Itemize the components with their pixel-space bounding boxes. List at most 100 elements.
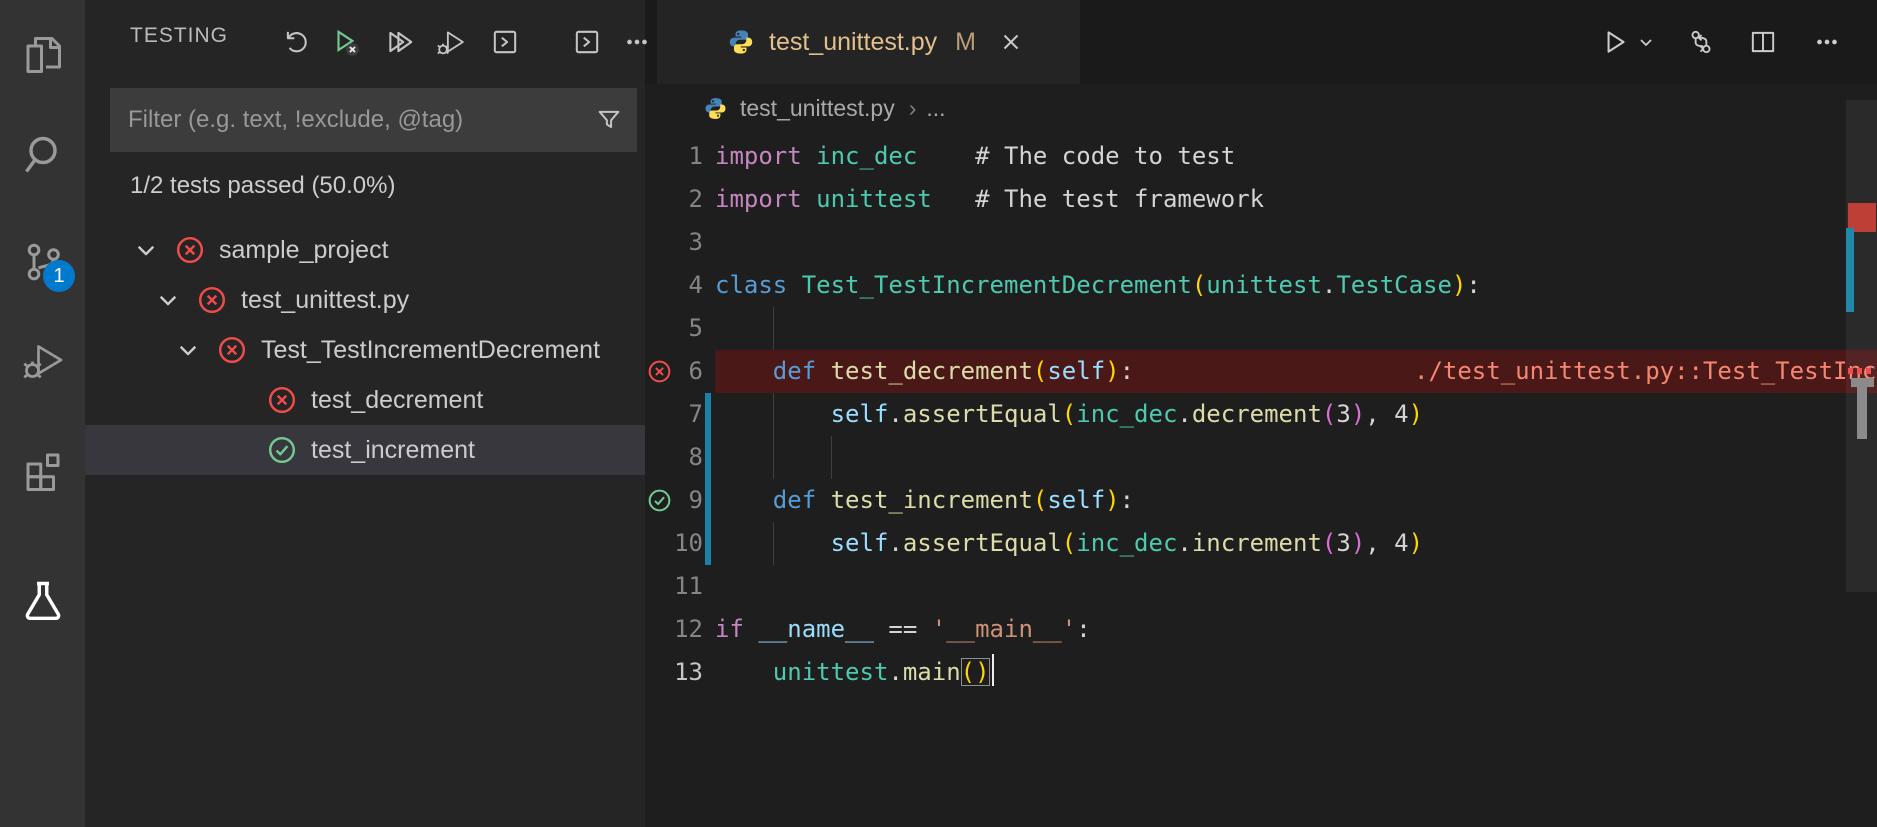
test-filter-box bbox=[110, 88, 637, 152]
rerun-failed-tests-icon[interactable] bbox=[331, 27, 361, 57]
code-line-12[interactable]: 12 if __name__ == '__main__': bbox=[645, 608, 1877, 651]
code-line-10[interactable]: 10 self.assertEqual(inc_dec.increment(3)… bbox=[645, 522, 1877, 565]
gutter-mod-space bbox=[703, 307, 715, 350]
gutter-mod-space bbox=[703, 178, 715, 221]
indent-guide bbox=[772, 393, 774, 436]
gutter-space bbox=[645, 565, 673, 608]
line-number: 11 bbox=[674, 572, 703, 600]
line-content[interactable]: def test_increment(self): bbox=[715, 479, 1877, 522]
code-line-13[interactable]: 13 unittest.main() bbox=[645, 651, 1877, 694]
gutter-space bbox=[645, 608, 673, 651]
code-text: import unittest # The test framework bbox=[715, 185, 1265, 213]
line-number: 4 bbox=[688, 271, 703, 299]
line-content[interactable]: import unittest # The test framework bbox=[715, 178, 1877, 221]
overview-error-mark bbox=[1848, 368, 1875, 374]
gutter-space bbox=[645, 393, 673, 436]
code-line-7[interactable]: 7 self.assertEqual(inc_dec.decrement(3),… bbox=[645, 393, 1877, 436]
activity-item-source-control[interactable]: 1 bbox=[0, 230, 85, 294]
chevron-down-icon[interactable] bbox=[155, 287, 181, 313]
code-line-8[interactable]: 8 bbox=[645, 436, 1877, 479]
test-status-fail-icon bbox=[197, 285, 227, 315]
code-line-2[interactable]: 2 import unittest # The test framework bbox=[645, 178, 1877, 221]
line-content[interactable] bbox=[715, 436, 1877, 479]
run-file-icon[interactable] bbox=[1600, 27, 1630, 57]
scm-badge: 1 bbox=[43, 260, 75, 292]
close-icon[interactable] bbox=[998, 29, 1024, 55]
line-content[interactable]: self.assertEqual(inc_dec.decrement(3), 4… bbox=[715, 393, 1877, 436]
code-line-9[interactable]: 9 def test_increment(self): bbox=[645, 479, 1877, 522]
gutter-space bbox=[645, 436, 673, 479]
run-all-tests-icon[interactable] bbox=[385, 27, 415, 57]
activity-item-run-and-debug[interactable] bbox=[0, 328, 85, 392]
modified-line-indicator bbox=[703, 393, 715, 436]
line-content[interactable] bbox=[715, 565, 1877, 608]
chevron-down-icon[interactable] bbox=[133, 237, 159, 263]
gutter-space bbox=[645, 221, 673, 264]
indent-guide bbox=[772, 307, 774, 350]
split-editor-icon[interactable] bbox=[1748, 27, 1778, 57]
activity-item-extensions[interactable] bbox=[0, 438, 85, 502]
python-file-icon bbox=[703, 96, 728, 121]
line-content[interactable]: def test_decrement(self): ./test_unittest… bbox=[715, 350, 1877, 393]
code-text: import inc_dec # The code to test bbox=[715, 142, 1236, 170]
activity-item-search[interactable] bbox=[0, 123, 85, 187]
text-cursor bbox=[991, 654, 995, 686]
line-number: 10 bbox=[674, 529, 703, 557]
code-text: if __name__ == '__main__': bbox=[715, 615, 1091, 643]
line-content[interactable] bbox=[715, 221, 1877, 264]
breadcrumb: test_unittest.py › ... bbox=[645, 84, 1877, 132]
line-content[interactable]: unittest.main() bbox=[715, 651, 1877, 694]
test-filter-input[interactable] bbox=[110, 88, 637, 152]
activity-item-testing[interactable] bbox=[0, 568, 85, 632]
test-tree-item-test_decrement[interactable]: test_decrement bbox=[85, 375, 645, 425]
search-icon bbox=[19, 131, 67, 179]
code-line-11[interactable]: 11 bbox=[645, 565, 1877, 608]
more-actions-icon[interactable] bbox=[1812, 27, 1842, 57]
code-line-5[interactable]: 5 bbox=[645, 307, 1877, 350]
test-status-fail-icon bbox=[217, 335, 247, 365]
test-tree-item-test_increment[interactable]: test_increment bbox=[85, 425, 645, 475]
code-line-3[interactable]: 3 bbox=[645, 221, 1877, 264]
gutter-mod-space bbox=[703, 608, 715, 651]
test-tree-label: test_unittest.py bbox=[241, 285, 410, 314]
indent-guide bbox=[772, 522, 774, 565]
gutter-mod-space bbox=[703, 264, 715, 307]
line-content[interactable]: if __name__ == '__main__': bbox=[715, 608, 1877, 651]
refresh-tests-icon[interactable] bbox=[282, 27, 312, 57]
activity-item-explorer[interactable] bbox=[0, 23, 85, 87]
testing-toolbar bbox=[282, 0, 652, 84]
line-content[interactable] bbox=[715, 307, 1877, 350]
code-area[interactable]: 1 import inc_dec # The code to test 2 impor… bbox=[645, 132, 1877, 694]
gutter-test-fail-icon[interactable] bbox=[645, 350, 673, 393]
chevron-down-icon[interactable] bbox=[175, 337, 201, 363]
code-line-4[interactable]: 4 class Test_TestIncrementDecrement(unitt… bbox=[645, 264, 1877, 307]
open-panel-icon[interactable] bbox=[572, 27, 602, 57]
breadcrumb-file[interactable]: test_unittest.py bbox=[740, 95, 895, 122]
breadcrumb-symbol[interactable]: ... bbox=[926, 95, 945, 122]
line-number: 2 bbox=[688, 185, 703, 213]
test-tree-item-Test_TestIncrementDecrement[interactable]: Test_TestIncrementDecrement bbox=[85, 325, 645, 375]
tab-test-unittest[interactable]: test_unittest.py M bbox=[657, 0, 1080, 84]
line-content[interactable]: import inc_dec # The code to test bbox=[715, 135, 1877, 178]
test-tree-item-test_unittest.py[interactable]: test_unittest.py bbox=[85, 275, 645, 325]
run-dropdown-icon[interactable] bbox=[1636, 32, 1656, 52]
show-output-icon[interactable] bbox=[490, 27, 520, 57]
modified-line-indicator bbox=[703, 479, 715, 522]
code-line-6[interactable]: 6 def test_decrement(self): ./test_unitte… bbox=[645, 350, 1877, 393]
line-content[interactable]: class Test_TestIncrementDecrement(unitte… bbox=[715, 264, 1877, 307]
indent-guide bbox=[772, 436, 774, 479]
more-actions-icon[interactable] bbox=[622, 27, 652, 57]
extensions-icon bbox=[19, 446, 67, 494]
minimap-text-mark bbox=[1857, 387, 1867, 439]
gutter-test-pass-icon[interactable] bbox=[645, 479, 673, 522]
gutter-space bbox=[645, 178, 673, 221]
test-tree-item-sample_project[interactable]: sample_project bbox=[85, 225, 645, 275]
tab-strip: test_unittest.py M bbox=[645, 0, 1877, 84]
filter-funnel-icon[interactable] bbox=[595, 106, 623, 134]
open-changes-icon[interactable] bbox=[1686, 27, 1716, 57]
indent-guide bbox=[830, 436, 832, 479]
code-line-1[interactable]: 1 import inc_dec # The code to test bbox=[645, 135, 1877, 178]
minimap-scrollbar[interactable] bbox=[1846, 100, 1877, 592]
debug-all-tests-icon[interactable] bbox=[435, 27, 465, 57]
line-content[interactable]: self.assertEqual(inc_dec.increment(3), 4… bbox=[715, 522, 1877, 565]
